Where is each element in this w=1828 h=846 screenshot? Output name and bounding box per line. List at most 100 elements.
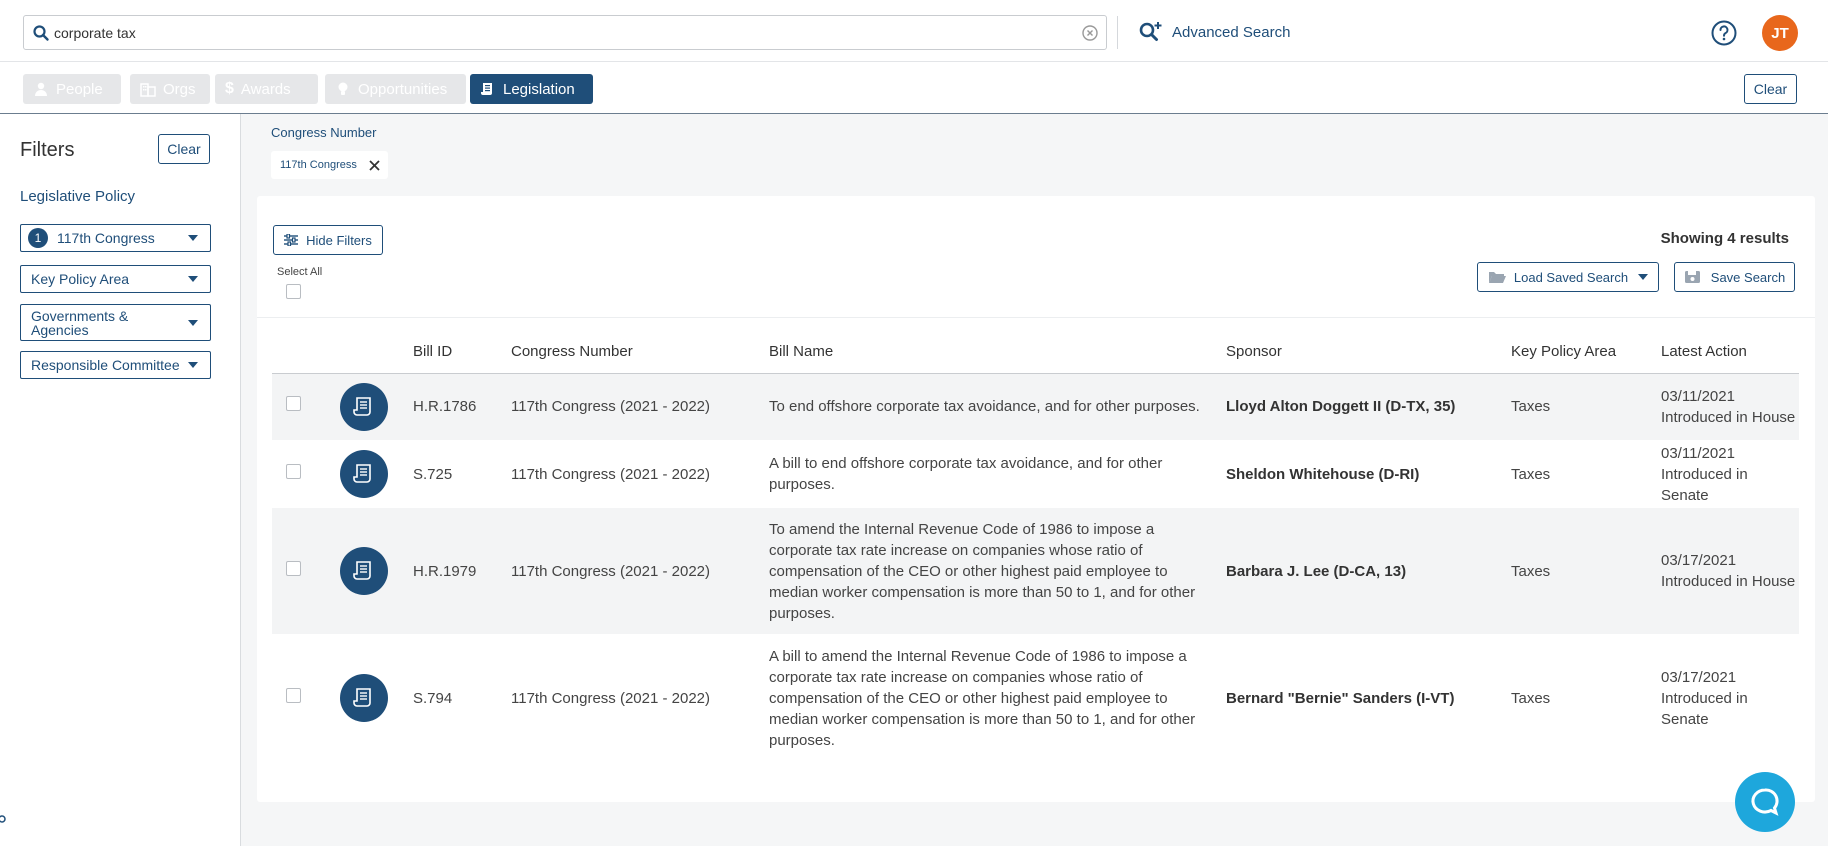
applied-filter-chip: 117th Congress bbox=[271, 151, 388, 179]
latest-action: 03/11/2021 Introduced in Senate bbox=[1661, 440, 1799, 508]
sponsor[interactable]: Lloyd Alton Doggett II (D-TX, 35) bbox=[1226, 373, 1511, 440]
tab-people[interactable]: People bbox=[23, 74, 121, 104]
bill-name[interactable]: To end offshore corporate tax avoidance,… bbox=[769, 373, 1226, 440]
sponsor[interactable]: Barbara J. Lee (D-CA, 13) bbox=[1226, 508, 1511, 634]
caret-down-icon bbox=[188, 362, 198, 368]
filter-label: Key Policy Area bbox=[31, 271, 130, 287]
help-icon[interactable] bbox=[1711, 20, 1737, 46]
filter-governments-agencies[interactable]: Governments & Agencies bbox=[20, 304, 211, 341]
filter-label: Responsible Committee bbox=[31, 357, 180, 373]
latest-action: 03/17/2021 Introduced in House bbox=[1661, 508, 1799, 634]
sponsor[interactable]: Sheldon Whitehouse (D-RI) bbox=[1226, 440, 1511, 508]
table-row[interactable]: S.725 117th Congress (2021 - 2022) A bil… bbox=[272, 440, 1799, 508]
load-saved-search-button[interactable]: Load Saved Search bbox=[1477, 262, 1659, 292]
row-checkbox[interactable] bbox=[286, 560, 301, 576]
congress-number: 117th Congress (2021 - 2022) bbox=[511, 508, 769, 634]
action-text: Introduced in House bbox=[1661, 573, 1796, 590]
clear-search-icon[interactable] bbox=[1082, 25, 1098, 41]
row-checkbox[interactable] bbox=[286, 687, 301, 703]
filter-count-badge: 1 bbox=[28, 228, 48, 248]
caret-down-icon bbox=[188, 319, 198, 326]
search-plus-icon bbox=[1139, 22, 1162, 41]
latest-action: 03/17/2021 Introduced in Senate bbox=[1661, 634, 1799, 762]
header-sponsor[interactable]: Sponsor bbox=[1226, 331, 1511, 374]
row-checkbox[interactable] bbox=[286, 463, 301, 479]
filter-key-policy-area[interactable]: Key Policy Area bbox=[20, 265, 211, 293]
building-icon bbox=[140, 83, 156, 97]
header-latest-action[interactable]: Latest Action bbox=[1661, 331, 1799, 374]
select-all-checkbox[interactable] bbox=[286, 284, 301, 299]
advanced-search-label: Advanced Search bbox=[1172, 23, 1291, 41]
accessibility-icon[interactable] bbox=[0, 812, 10, 826]
save-search-button[interactable]: Save Search bbox=[1674, 262, 1795, 292]
header-bill-id[interactable]: Bill ID bbox=[413, 331, 511, 374]
results-table: Bill ID Congress Number Bill Name Sponso… bbox=[272, 331, 1799, 762]
chat-icon bbox=[1751, 788, 1779, 816]
filter-congress-number[interactable]: 1 117th Congress bbox=[20, 224, 211, 252]
sponsor[interactable]: Bernard "Bernie" Sanders (I-VT) bbox=[1226, 634, 1511, 762]
bill-name[interactable]: A bill to end offshore corporate tax avo… bbox=[769, 440, 1226, 508]
caret-down-icon bbox=[188, 235, 198, 241]
bill-id[interactable]: H.R.1786 bbox=[413, 373, 511, 440]
bill-icon bbox=[340, 382, 388, 431]
tabs-clear-button[interactable]: Clear bbox=[1744, 74, 1797, 104]
action-text: Introduced in Senate bbox=[1661, 465, 1748, 504]
tab-label: Awards bbox=[240, 80, 291, 98]
legislative-policy-title: Legislative Policy bbox=[20, 188, 136, 205]
key-policy-area: Taxes bbox=[1511, 373, 1661, 440]
table-row[interactable]: S.794 117th Congress (2021 - 2022) A bil… bbox=[272, 634, 1799, 762]
chip-label: 117th Congress bbox=[280, 159, 357, 171]
action-date: 03/11/2021 bbox=[1661, 387, 1735, 405]
filter-responsible-committee[interactable]: Responsible Committee bbox=[20, 351, 211, 379]
key-policy-area: Taxes bbox=[1511, 508, 1661, 634]
bill-name[interactable]: To amend the Internal Revenue Code of 19… bbox=[769, 508, 1226, 634]
remove-chip-icon[interactable] bbox=[369, 159, 380, 171]
tab-label: Legislation bbox=[503, 80, 575, 98]
row-checkbox[interactable] bbox=[286, 396, 301, 412]
hide-filters-label: Hide Filters bbox=[306, 232, 372, 248]
filters-clear-button[interactable]: Clear bbox=[158, 134, 210, 164]
tab-legislation[interactable]: Legislation bbox=[470, 74, 593, 104]
header-congress-number[interactable]: Congress Number bbox=[511, 331, 769, 374]
results-count: Showing 4 results bbox=[1660, 230, 1789, 247]
chat-button[interactable] bbox=[1735, 772, 1795, 832]
lightbulb-icon bbox=[338, 82, 348, 95]
divider bbox=[257, 317, 1815, 318]
tab-awards[interactable]: $ Awards bbox=[215, 74, 318, 104]
congress-number: 117th Congress (2021 - 2022) bbox=[511, 373, 769, 440]
bill-name[interactable]: A bill to amend the Internal Revenue Cod… bbox=[769, 634, 1226, 762]
tab-label: People bbox=[56, 80, 103, 98]
filter-label: 117th Congress bbox=[57, 230, 155, 246]
action-date: 03/17/2021 bbox=[1661, 552, 1737, 569]
scroll-icon bbox=[481, 83, 492, 95]
bill-id[interactable]: H.R.1979 bbox=[413, 508, 511, 634]
sliders-icon bbox=[284, 234, 299, 246]
header-select bbox=[272, 331, 340, 374]
action-text: Introduced in Senate bbox=[1661, 689, 1748, 728]
avatar[interactable]: JT bbox=[1762, 15, 1798, 51]
header-bill-name[interactable]: Bill Name bbox=[769, 331, 1226, 374]
person-icon bbox=[35, 82, 47, 96]
action-date: 03/11/2021 bbox=[1661, 444, 1735, 462]
entity-tabs-bar: People Orgs $ Awards Opportunities Legis… bbox=[0, 62, 1828, 114]
tab-orgs[interactable]: Orgs bbox=[130, 74, 210, 104]
table-header-row: Bill ID Congress Number Bill Name Sponso… bbox=[272, 331, 1799, 374]
search-box[interactable] bbox=[23, 15, 1107, 50]
filters-title: Filters bbox=[20, 139, 75, 161]
table-row[interactable]: H.R.1786 117th Congress (2021 - 2022) To… bbox=[272, 373, 1799, 440]
hide-filters-button[interactable]: Hide Filters bbox=[273, 225, 383, 255]
action-text: Introduced in House bbox=[1661, 408, 1796, 426]
dollar-icon: $ bbox=[225, 80, 234, 97]
tab-opportunities[interactable]: Opportunities bbox=[325, 74, 466, 104]
bill-id[interactable]: S.725 bbox=[413, 440, 511, 508]
filters-sidebar: Filters Clear Legislative Policy 1 117th… bbox=[0, 114, 241, 846]
bill-id[interactable]: S.794 bbox=[413, 634, 511, 762]
bill-icon bbox=[340, 450, 388, 498]
save-icon bbox=[1684, 270, 1700, 283]
advanced-search-button[interactable]: Advanced Search bbox=[1138, 19, 1290, 45]
search-input[interactable] bbox=[54, 22, 1054, 44]
select-all-label: Select All bbox=[277, 266, 323, 278]
results-card: Hide Filters Showing 4 results Select Al… bbox=[257, 196, 1815, 802]
header-key-policy-area[interactable]: Key Policy Area bbox=[1511, 331, 1661, 374]
table-row[interactable]: H.R.1979 117th Congress (2021 - 2022) To… bbox=[272, 508, 1799, 634]
